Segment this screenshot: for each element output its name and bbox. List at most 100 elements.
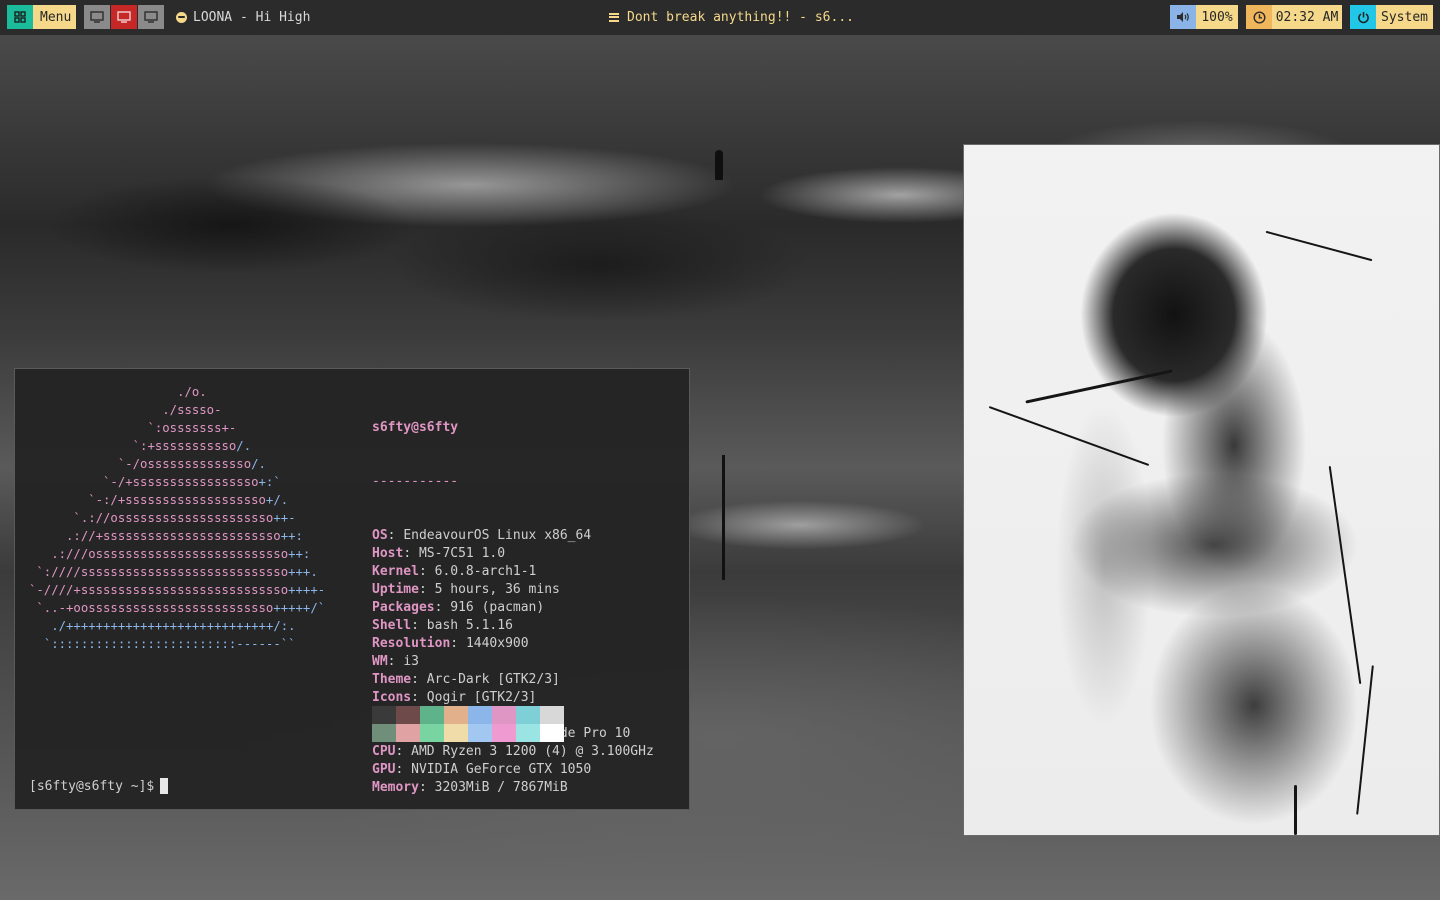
info-row: Resolution: 1440x900 [372, 636, 529, 651]
palette-swatch [492, 724, 516, 742]
info-key: Theme [372, 672, 412, 687]
info-key: Memory [372, 780, 419, 795]
info-row: Icons: Qogir [GTK2/3] [372, 690, 537, 705]
info-row: Kernel: 6.0.8-arch1-1 [372, 564, 537, 579]
ascii-line-pink: `-////+ssssssssssssssssssssssssssso [29, 583, 289, 597]
info-key: Uptime [372, 582, 419, 597]
ascii-line-pink: ./o. [29, 385, 207, 399]
palette-swatch [540, 724, 564, 742]
workspace-1-button[interactable] [84, 5, 110, 29]
now-playing-label: LOONA - Hi High [193, 9, 311, 25]
monitor-icon [117, 11, 131, 23]
volume-level[interactable]: 100% [1196, 5, 1238, 29]
hamburger-icon [609, 12, 619, 22]
palette-swatch [396, 706, 420, 724]
ascii-line-pink: `-:/+sssssssssssssssssso [29, 493, 266, 507]
info-value: 6.0.8-arch1-1 [434, 564, 537, 579]
workspace-2-button[interactable] [111, 5, 137, 29]
ascii-line-pink: `-/+sssssssssssssssso [29, 475, 259, 489]
ascii-line-pink [29, 619, 51, 633]
ascii-line-blue: `:::::::::::::::::::::::::------`` [43, 637, 296, 651]
info-key: Kernel [372, 564, 419, 579]
palette-swatch [444, 724, 468, 742]
ascii-line-blue: ++: [288, 547, 311, 561]
palette-swatch [420, 706, 444, 724]
volume-button[interactable] [1170, 5, 1196, 29]
system-button[interactable]: System [1376, 5, 1433, 29]
palette-swatch [372, 724, 396, 742]
info-row: Memory: 3203MiB / 7867MiB [372, 780, 568, 795]
info-value: 3203MiB / 7867MiB [434, 780, 568, 795]
monitor-icon [90, 11, 104, 23]
top-bar: Menu LOONA - Hi High Dont break anything… [0, 0, 1440, 35]
window-title: Dont break anything!! - s6... [609, 5, 854, 29]
palette-swatch [468, 724, 492, 742]
info-key: OS [372, 528, 388, 543]
palette-swatch [420, 724, 444, 742]
palette-swatch [516, 724, 540, 742]
info-separator: ----------- [372, 474, 459, 489]
image-viewer-window[interactable] [963, 144, 1440, 836]
info-value: MS-7C51 1.0 [418, 546, 506, 561]
user-host: s6fty@s6fty [372, 420, 459, 435]
charcoal-stroke [1328, 465, 1362, 685]
system-button-icon[interactable] [1350, 5, 1376, 29]
ascii-line-blue: +/. [265, 493, 289, 507]
shell-prompt[interactable]: [s6fty@s6fty ~]$ [29, 778, 169, 794]
info-value: 5 hours, 36 mins [434, 582, 560, 597]
workspace-3-button[interactable] [138, 5, 164, 29]
clock-button[interactable] [1246, 5, 1272, 29]
info-key: GPU [372, 762, 396, 777]
distro-ascii-logo: ./o. ./sssso- `:osssssss+- `:+ssssssssss… [29, 383, 325, 653]
window-title-label: Dont break anything!! - s6... [627, 9, 854, 25]
info-key: Icons [372, 690, 412, 705]
ascii-line-blue: ./++++++++++++++++++++++++++++/:. [51, 619, 296, 633]
info-row: Packages: 916 (pacman) [372, 600, 545, 615]
ascii-line-pink: `-/ossssssssssssso [29, 457, 252, 471]
ascii-line-blue: /. [236, 439, 252, 453]
ascii-line-pink: .:///ossssssssssssssssssssssssso [29, 547, 289, 561]
info-row: Host: MS-7C51 1.0 [372, 546, 506, 561]
text-cursor [160, 778, 169, 794]
palette-swatch [492, 706, 516, 724]
info-value: EndeavourOS Linux x86_64 [403, 528, 592, 543]
charcoal-stroke [1294, 785, 1297, 835]
now-playing[interactable]: LOONA - Hi High [176, 5, 310, 29]
clock-icon [1252, 10, 1266, 24]
ascii-line-blue: ++- [273, 511, 296, 525]
speaker-icon [1177, 12, 1189, 22]
info-key: Packages [372, 600, 435, 615]
charcoal-stroke [1025, 369, 1173, 404]
ascii-line-pink: `:osssssss+- [29, 421, 237, 435]
menu-button-icon[interactable] [7, 5, 33, 29]
info-value: NVIDIA GeForce GTX 1050 [411, 762, 592, 777]
ascii-line-pink: `:+sssssssssso [29, 439, 237, 453]
info-row: WM: i3 [372, 654, 419, 669]
power-icon [1357, 11, 1369, 23]
menu-button[interactable]: Menu [33, 5, 76, 29]
ascii-line-blue: +++. [288, 565, 318, 579]
ascii-line-pink: `.://osssssssssssssssssssso [29, 511, 274, 525]
monitor-icon [144, 11, 158, 23]
info-row: Shell: bash 5.1.16 [372, 618, 513, 633]
charcoal-stroke [988, 405, 1150, 467]
info-key: Resolution [372, 636, 451, 651]
palette-swatch [468, 706, 492, 724]
info-row: CPU: AMD Ryzen 3 1200 (4) @ 3.100GHz [372, 744, 654, 759]
ascii-line-blue: ++++- [288, 583, 326, 597]
ascii-line-blue: ++: [280, 529, 303, 543]
prompt-text: [s6fty@s6fty ~]$ [29, 778, 155, 794]
palette-swatch [396, 724, 420, 742]
info-value: i3 [403, 654, 419, 669]
info-key: Host [372, 546, 404, 561]
info-value: 916 (pacman) [450, 600, 545, 615]
ascii-line-blue: /. [251, 457, 266, 471]
terminal-window[interactable]: ./o. ./sssso- `:osssssss+- `:+ssssssssss… [14, 368, 690, 810]
palette-swatch [372, 706, 396, 724]
info-row: Uptime: 5 hours, 36 mins [372, 582, 560, 597]
info-value: Arc-Dark [GTK2/3] [426, 672, 560, 687]
spotify-icon [176, 11, 187, 23]
info-key: Shell [372, 618, 412, 633]
ascii-line-blue: +++++/` [273, 601, 326, 615]
clock-time[interactable]: 02:32 AM [1272, 5, 1342, 29]
